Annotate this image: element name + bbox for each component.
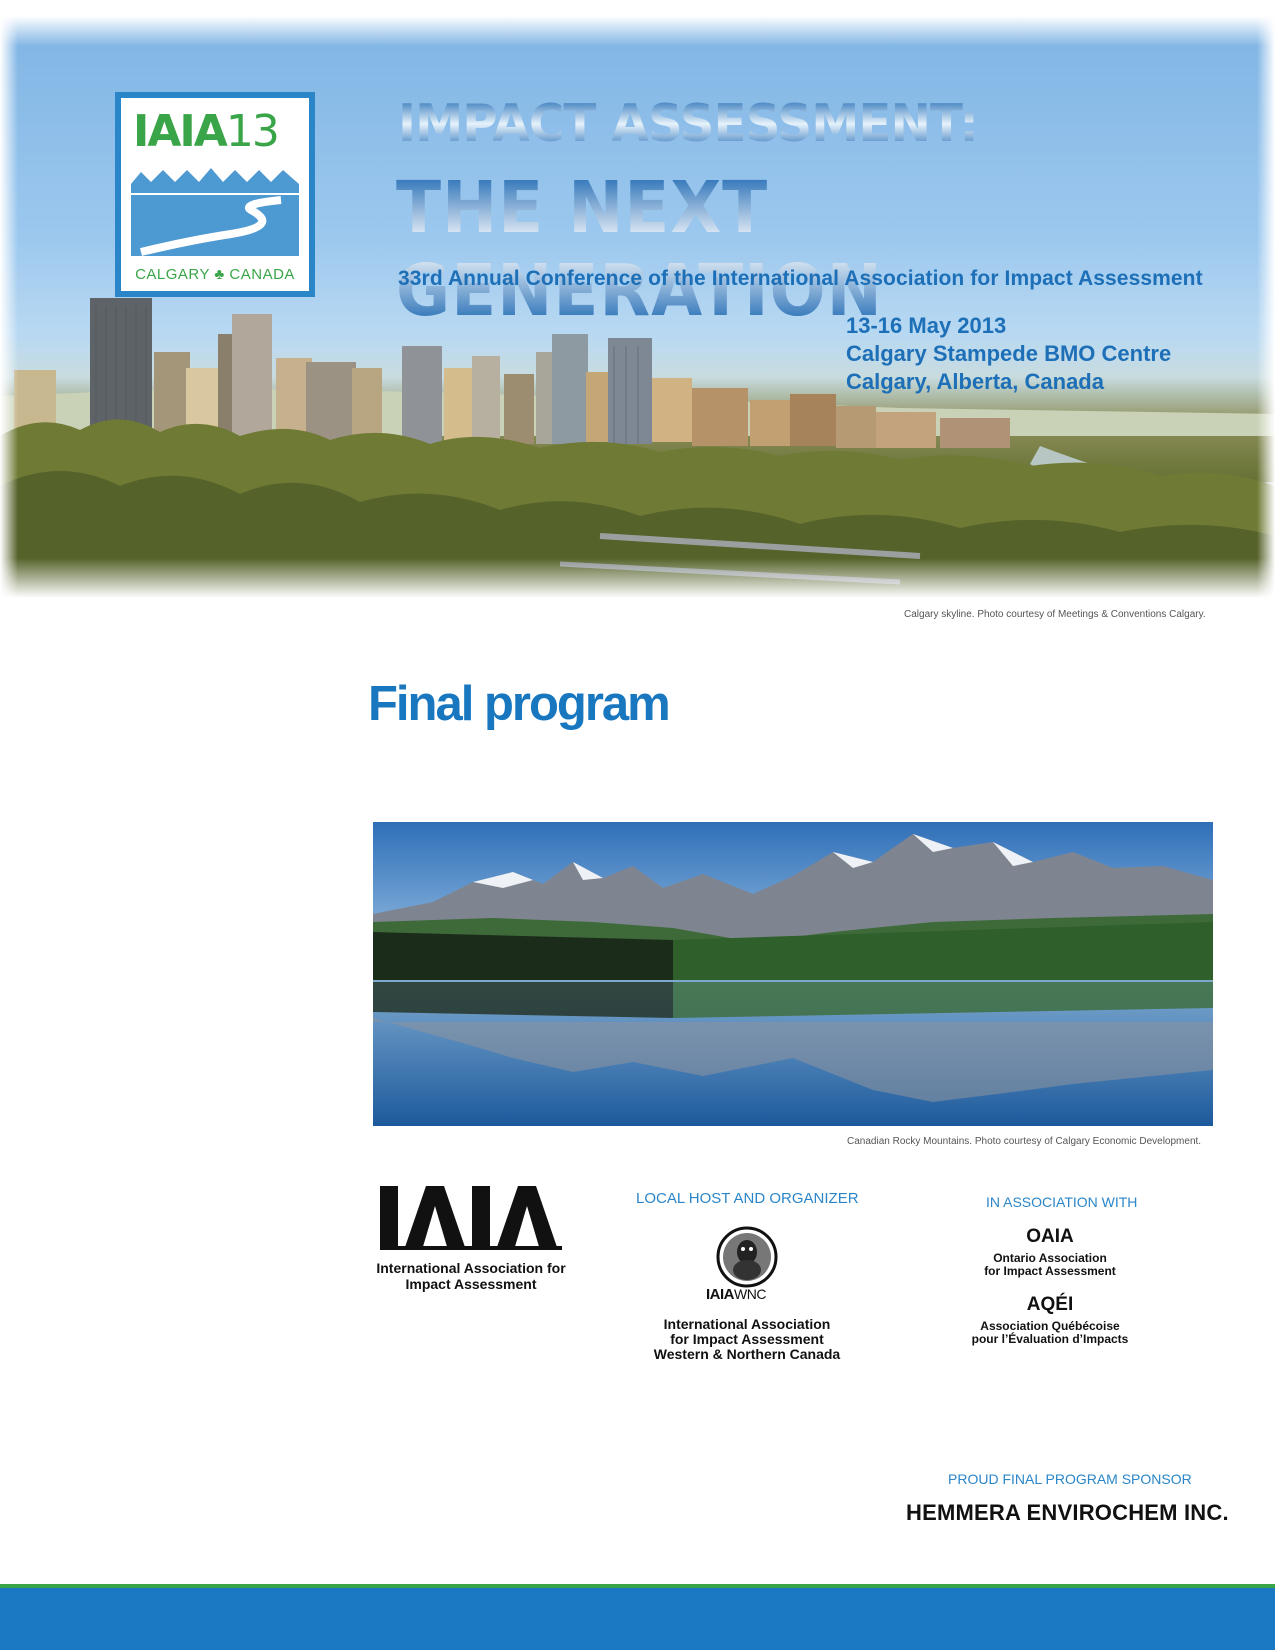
iaia-name-line2: Impact Assessment <box>405 1276 537 1292</box>
oaia-full-name: Ontario Association for Impact Assessmen… <box>930 1252 1170 1278</box>
event-venue: Calgary Stampede BMO Centre <box>846 341 1172 366</box>
oaia-abbr: OAIA <box>1026 1226 1074 1247</box>
iaia-name-line1: International Association for <box>376 1260 566 1276</box>
sponsor-name: HEMMERA ENVIROCHEM INC. <box>906 1500 1229 1525</box>
conference-title-line1: IMPACT ASSESSMENT: <box>398 94 979 154</box>
hero-right-fade <box>1257 16 1275 598</box>
event-dates: 13-16 May 2013 <box>846 313 1007 338</box>
local-host-name-line1: International Association <box>663 1316 831 1332</box>
aqei-block: AQÉI Association Québécoise pour l’Évalu… <box>930 1294 1170 1346</box>
rocky-mountains-photo <box>373 822 1213 1126</box>
hero-top-fade <box>0 16 1275 46</box>
logo-number: 13 <box>225 106 280 157</box>
aqei-abbr: AQÉI <box>1026 1294 1074 1315</box>
beaver-emblem-icon <box>716 1226 778 1288</box>
iaia13-logo: IAIA13 CALGARY ♣ CANADA <box>115 92 315 297</box>
oaia-block: OAIA Ontario Association for Impact Asse… <box>930 1226 1170 1278</box>
association-label: IN ASSOCIATION WITH <box>986 1194 1138 1210</box>
aqei-full-name: Association Québécoise pour l’Évaluation… <box>930 1320 1170 1346</box>
event-info: 13-16 May 2013 Calgary Stampede BMO Cent… <box>846 312 1171 396</box>
hero-banner: IAIA13 CALGARY ♣ CANADA IMPACT ASSESSMEN… <box>0 16 1275 598</box>
hero-left-fade <box>0 16 18 598</box>
wnc-word-main: IAIA <box>706 1286 735 1303</box>
iaia-logo <box>380 1186 562 1250</box>
rocky-mountains-image <box>373 822 1213 1126</box>
iaiawnc-wordmark: IAIAWNC <box>706 1286 766 1303</box>
oaia-line2: for Impact Assessment <box>984 1264 1116 1278</box>
iaia13-logo-title: IAIA13 <box>133 106 280 157</box>
mountain-river-icon <box>131 168 299 256</box>
document-title: Final program <box>368 677 671 731</box>
skyline-caption: Calgary skyline. Photo courtesy of Meeti… <box>904 609 1206 620</box>
sponsor-label: PROUD FINAL PROGRAM SPONSOR <box>948 1471 1192 1487</box>
mountains-caption: Canadian Rocky Mountains. Photo courtesy… <box>847 1136 1202 1147</box>
wnc-word-suffix: WNC <box>734 1286 766 1302</box>
logo-city: CALGARY ♣ CANADA <box>135 266 295 283</box>
event-location: Calgary, Alberta, Canada <box>846 369 1104 394</box>
conference-title-line2: THE NEXT GENERATION <box>396 166 1213 332</box>
hero-bottom-fade <box>0 558 1275 598</box>
footer-bar <box>0 1584 1275 1650</box>
aqei-line2: pour l’Évaluation d’Impacts <box>971 1332 1129 1346</box>
local-host-name-line3: Western & Northern Canada <box>653 1346 841 1362</box>
logo-title-text: IAIA <box>133 106 228 157</box>
local-host-name-line2: for Impact Assessment <box>670 1331 824 1347</box>
conference-subtitle: 33rd Annual Conference of the Internatio… <box>398 267 1203 290</box>
iaia13-logo-inner: IAIA13 CALGARY ♣ CANADA <box>121 98 309 291</box>
local-host-name: International Association for Impact Ass… <box>632 1317 862 1362</box>
local-host-label: LOCAL HOST AND ORGANIZER <box>636 1190 859 1207</box>
iaia-full-name: International Association for Impact Ass… <box>370 1260 572 1292</box>
